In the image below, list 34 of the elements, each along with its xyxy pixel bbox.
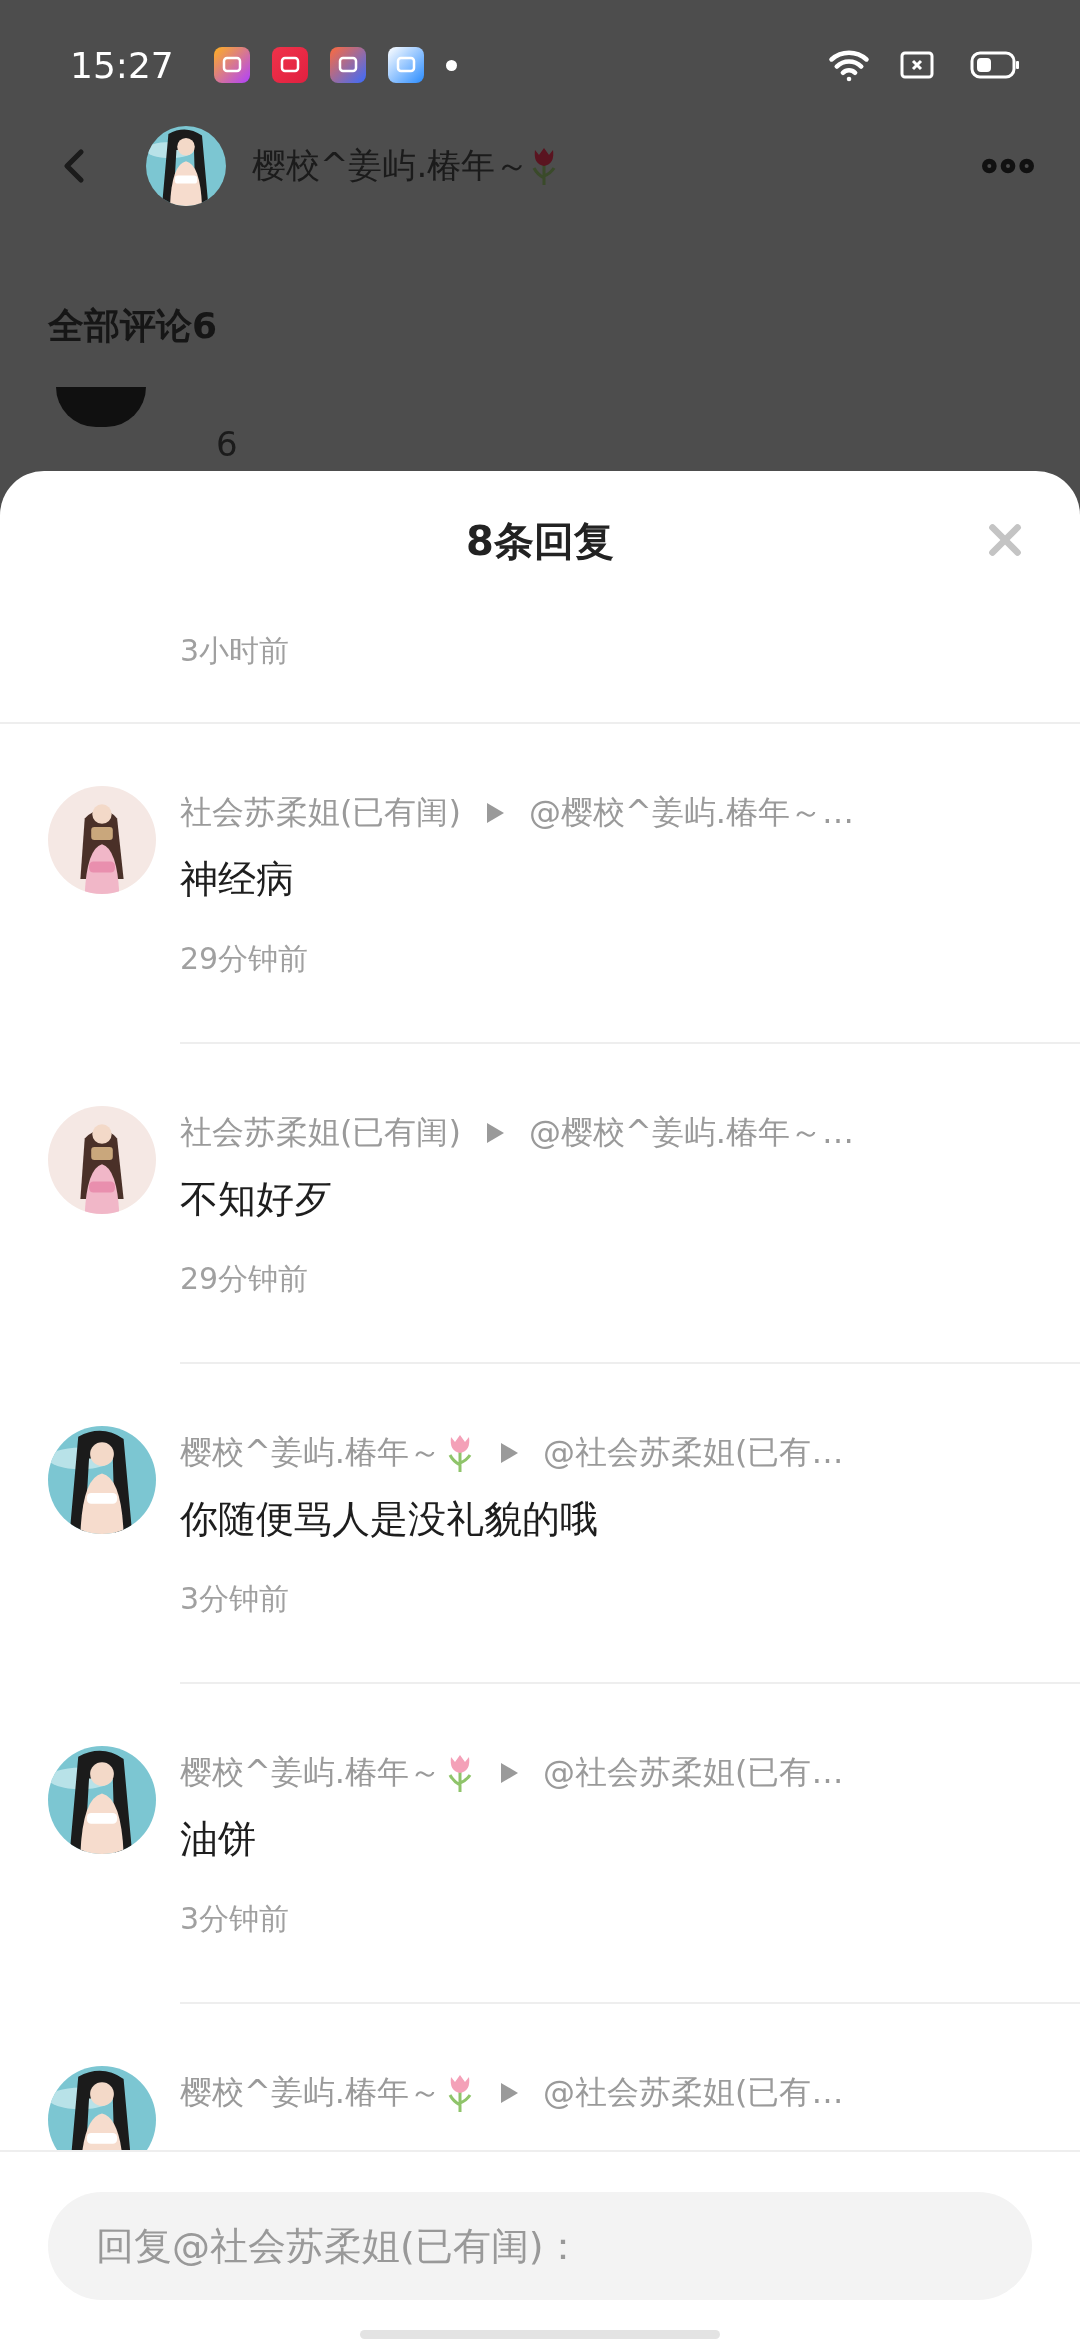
- app-icon: [329, 47, 366, 83]
- reply-target[interactable]: @社会苏柔姐(已有…: [543, 1751, 844, 1795]
- author-name[interactable]: 樱校^姜屿.椿年～: [180, 2071, 441, 2115]
- sim-icon: [900, 51, 934, 79]
- app-icon: [271, 47, 308, 83]
- app-icon: [213, 47, 250, 83]
- reply-time: 3分钟前: [180, 1580, 291, 1618]
- reply-time: 3小时前: [180, 633, 290, 668]
- reply-time: 29分钟前: [180, 940, 310, 978]
- reply-target[interactable]: @社会苏柔姐(已有…: [543, 1431, 844, 1475]
- author-name[interactable]: 樱校^姜屿.椿年～: [180, 1751, 441, 1795]
- reply-text: 你随便骂人是没礼貌的哦: [180, 1496, 599, 1543]
- app-icon: [387, 47, 424, 83]
- arrow-icon: [499, 1762, 519, 1784]
- reply-input[interactable]: 回复@社会苏柔姐(已有闺)：: [48, 2192, 1032, 2300]
- reply-target[interactable]: @社会苏柔姐(已有…: [543, 2071, 844, 2115]
- author-name[interactable]: 社会苏柔姐(已有闺): [180, 1111, 461, 1155]
- arrow-icon: [499, 2082, 519, 2104]
- reply-time: 29分钟前: [180, 1260, 310, 1298]
- reply-text: 神经病: [180, 856, 295, 903]
- reply-target[interactable]: @樱校^姜屿.椿年～…: [528, 1111, 854, 1155]
- reply-time: 3分钟前: [180, 1900, 291, 1938]
- arrow-icon: [484, 802, 505, 824]
- arrow-icon: [484, 1122, 505, 1144]
- author-name[interactable]: 社会苏柔姐(已有闺): [180, 791, 461, 835]
- author-name[interactable]: 樱校^姜屿.椿年～: [180, 1431, 441, 1475]
- arrow-icon: [499, 1442, 519, 1464]
- reply-text: 不知好歹: [180, 1176, 333, 1223]
- reply-text: 油饼: [180, 1816, 257, 1863]
- reply-target[interactable]: @樱校^姜屿.椿年～…: [528, 791, 854, 835]
- notification-dot: [445, 59, 457, 71]
- sheet-title: 8条回复: [466, 516, 614, 566]
- battery-icon: [970, 51, 1020, 79]
- status-time: 15:27: [70, 44, 174, 86]
